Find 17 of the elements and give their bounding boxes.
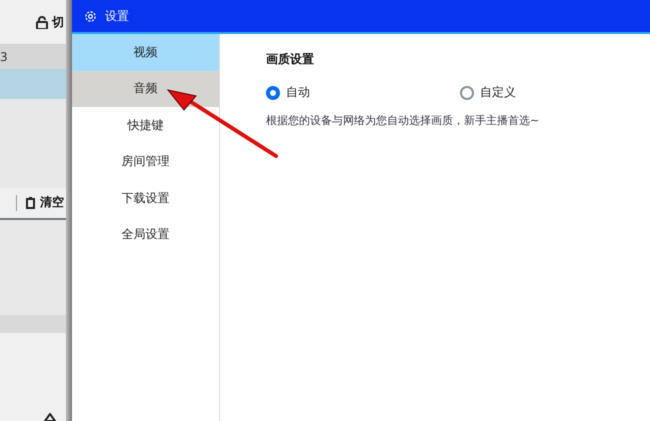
sidebar-item[interactable]: 视频 <box>72 34 219 70</box>
switch-button[interactable]: 切 <box>36 14 66 30</box>
settings-icon <box>84 10 97 22</box>
section-title: 画质设置 <box>266 51 315 68</box>
trash-icon <box>25 196 36 208</box>
radio-button[interactable] <box>460 86 474 100</box>
window-title: 设置 <box>105 8 129 24</box>
radio-button[interactable] <box>266 86 280 100</box>
horizontal-scrollbar[interactable] <box>0 314 66 332</box>
radio-option[interactable]: 自动 <box>266 84 460 101</box>
row-label: 3 <box>0 50 8 64</box>
radio-option[interactable]: 自定义 <box>460 84 650 101</box>
triangle-icon <box>44 413 56 421</box>
clear-button[interactable]: 清空 <box>25 194 66 211</box>
description-text: 根据您的设备与网络为您自动选择画质，新手主播首选~ <box>266 113 540 128</box>
lock-icon <box>36 16 48 28</box>
sidebar-item[interactable]: 音频 <box>72 70 219 107</box>
